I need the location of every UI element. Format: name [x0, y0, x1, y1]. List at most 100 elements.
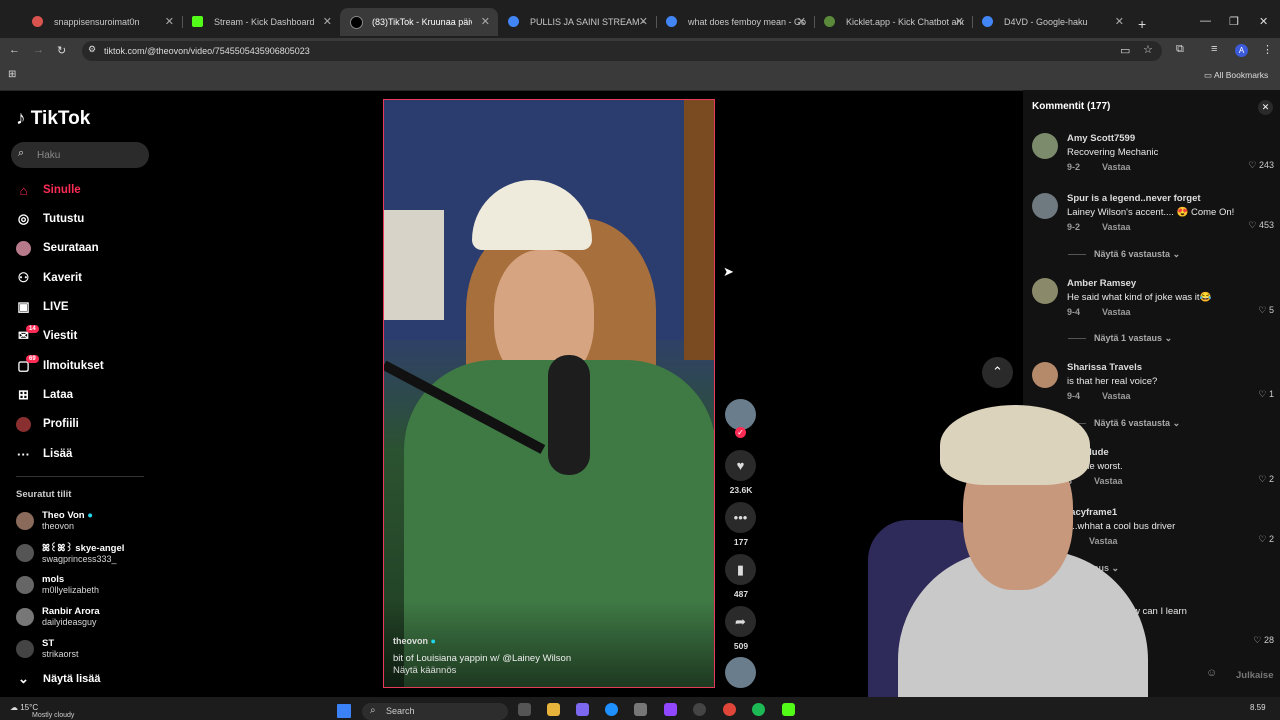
avatar[interactable]: [1032, 278, 1058, 304]
comment-like[interactable]: ♡ 2: [1258, 534, 1274, 545]
tiktok-logo[interactable]: ♪ TikTok: [16, 108, 90, 130]
close-window-icon[interactable]: ✕: [1259, 15, 1268, 28]
search-input[interactable]: Haku: [11, 142, 149, 168]
nav-item-notifications[interactable]: ▢ 69 Ilmoitukset: [16, 354, 104, 376]
nav-item-more[interactable]: ··· Lisää: [16, 444, 72, 464]
minimize-icon[interactable]: —: [1200, 15, 1211, 27]
author-avatar-button[interactable]: [725, 399, 756, 430]
close-tab-icon[interactable]: ✕: [955, 15, 964, 28]
profile-avatar-icon[interactable]: A: [1235, 44, 1248, 57]
app-icon[interactable]: [576, 703, 589, 716]
nav-item-messages[interactable]: ✉ 14 Viestit: [16, 324, 77, 346]
media-controls-icon[interactable]: ≡: [1211, 43, 1217, 55]
weather-widget[interactable]: ☁ 15°C: [10, 703, 38, 712]
emoji-icon[interactable]: ☺: [1206, 667, 1217, 679]
address-bar[interactable]: tiktok.com/@theovon/video/75455054359068…: [82, 41, 1162, 61]
video-author[interactable]: theovon ●: [393, 636, 436, 646]
apps-grid-icon[interactable]: ⊞: [8, 69, 16, 80]
share-button[interactable]: ➦: [725, 606, 756, 637]
music-disc-button[interactable]: [725, 657, 756, 688]
extensions-icon[interactable]: ⧉: [1176, 43, 1184, 56]
comment-button[interactable]: •••: [725, 502, 756, 533]
weather-description: Mostly cloudy: [32, 712, 75, 719]
close-tab-icon[interactable]: ✕: [639, 15, 648, 28]
reply-button[interactable]: Vastaa: [1102, 222, 1131, 232]
browser-tab[interactable]: Stream - Kick Dashboard ✕: [182, 8, 340, 36]
avatar: [16, 639, 34, 658]
browser-tab[interactable]: PULLIS JA SAINI STREAM - Goo✕: [498, 8, 656, 36]
avatar[interactable]: [1032, 193, 1058, 219]
close-tab-icon[interactable]: ✕: [797, 15, 806, 28]
avatar[interactable]: [1032, 133, 1058, 159]
all-bookmarks-button[interactable]: ▭ All Bookmarks: [1204, 70, 1268, 81]
chrome-icon[interactable]: [723, 703, 736, 716]
comment-like[interactable]: ♡ 28: [1253, 635, 1274, 646]
browser-tab-active[interactable]: (83)TikTok - Kruunaa päivä ✕: [340, 8, 498, 36]
followed-account[interactable]: ST strikaorst: [16, 638, 79, 659]
comment-like[interactable]: ♡ 2: [1258, 474, 1274, 485]
restore-icon[interactable]: ❐: [1229, 15, 1239, 28]
browser-tab[interactable]: what does femboy mean - Goo ✕: [656, 8, 814, 36]
follow-check-icon[interactable]: ✓: [735, 427, 746, 438]
view-replies-button[interactable]: Näytä 6 vastausta ⌄: [1068, 249, 1180, 260]
like-button[interactable]: ♥: [725, 450, 756, 481]
edge-icon[interactable]: [605, 703, 618, 716]
cast-icon[interactable]: ▭: [1120, 44, 1130, 57]
view-replies-button[interactable]: Näytä 1 vastaus ⌄: [1068, 333, 1172, 344]
close-comments-icon[interactable]: ✕: [1258, 100, 1273, 115]
taskbar-search[interactable]: Search: [362, 703, 508, 720]
microphone: [548, 355, 590, 475]
close-tab-icon[interactable]: ✕: [1115, 15, 1124, 28]
video-player[interactable]: theovon ● bit of Louisiana yappin w/ @La…: [383, 99, 715, 688]
nav-item-explore[interactable]: ◎ Tutustu: [16, 209, 84, 229]
followed-account[interactable]: Ranbir Arora dailyideasguy: [16, 606, 100, 627]
mouse-cursor-icon: ➤: [723, 264, 734, 279]
translate-link[interactable]: Näytä käännös: [393, 665, 456, 676]
search-icon: ⌕: [370, 705, 376, 716]
store-icon[interactable]: [634, 703, 647, 716]
spotify-icon[interactable]: [752, 703, 765, 716]
new-tab-icon[interactable]: +: [1138, 16, 1146, 32]
windows-start-icon[interactable]: [337, 704, 351, 718]
reload-icon[interactable]: ↻: [57, 44, 66, 57]
comment-like[interactable]: ♡ 243: [1248, 160, 1274, 171]
back-icon[interactable]: ←: [9, 44, 20, 56]
twitch-icon[interactable]: [664, 703, 677, 716]
followed-account[interactable]: ꕤ꒰ꕤ꒱ skye-angel swagprincess333_: [16, 542, 124, 564]
site-info-icon[interactable]: ⚙: [88, 44, 96, 55]
nav-item-upload[interactable]: ⊞ Lataa: [16, 385, 73, 405]
reply-button[interactable]: Vastaa: [1102, 307, 1131, 317]
nav-item-live[interactable]: ▣ LIVE: [16, 297, 68, 317]
file-explorer-icon[interactable]: [547, 703, 560, 716]
post-comment-button[interactable]: Julkaise: [1236, 670, 1274, 681]
forward-icon[interactable]: →: [33, 44, 44, 56]
nav-item-profile[interactable]: Profiili: [16, 414, 79, 434]
close-tab-icon[interactable]: ✕: [481, 15, 490, 28]
heart-outline-icon: ♡: [1248, 160, 1259, 170]
comment-like[interactable]: ♡ 1: [1258, 389, 1274, 400]
followed-account[interactable]: Theo Von ● theovon: [16, 510, 93, 531]
close-tab-icon[interactable]: ✕: [165, 15, 174, 28]
comment-like[interactable]: ♡ 5: [1258, 305, 1274, 316]
bookmark-star-icon[interactable]: ☆: [1143, 43, 1153, 56]
avatar[interactable]: [1032, 362, 1058, 388]
friends-icon: ⚇: [17, 270, 30, 285]
browser-tab[interactable]: snappisensuroimat0n ✕: [22, 8, 182, 36]
comment-like[interactable]: ♡ 453: [1248, 220, 1274, 231]
browser-tab[interactable]: D4VD - Google-haku ✕: [972, 8, 1132, 36]
kicklet-icon: [824, 16, 835, 27]
menu-icon[interactable]: ⋮: [1262, 43, 1273, 56]
nav-item-home[interactable]: ⌂ Sinulle: [16, 180, 81, 200]
show-more-button[interactable]: ⌄ Näytä lisää: [16, 669, 100, 689]
nav-item-following[interactable]: Seurataan: [16, 238, 99, 258]
kick-icon[interactable]: [782, 703, 795, 716]
followed-account[interactable]: mols m0llyelizabeth: [16, 574, 99, 595]
previous-video-button[interactable]: ⌃: [982, 357, 1013, 388]
browser-tab[interactable]: Kicklet.app - Kick Chatbot and ✕: [814, 8, 972, 36]
task-view-icon[interactable]: [518, 703, 531, 716]
reply-button[interactable]: Vastaa: [1102, 162, 1131, 172]
nav-item-friends[interactable]: ⚇ Kaverit: [16, 268, 82, 288]
close-tab-icon[interactable]: ✕: [323, 15, 332, 28]
save-button[interactable]: ▮: [725, 554, 756, 585]
obs-icon[interactable]: [693, 703, 706, 716]
